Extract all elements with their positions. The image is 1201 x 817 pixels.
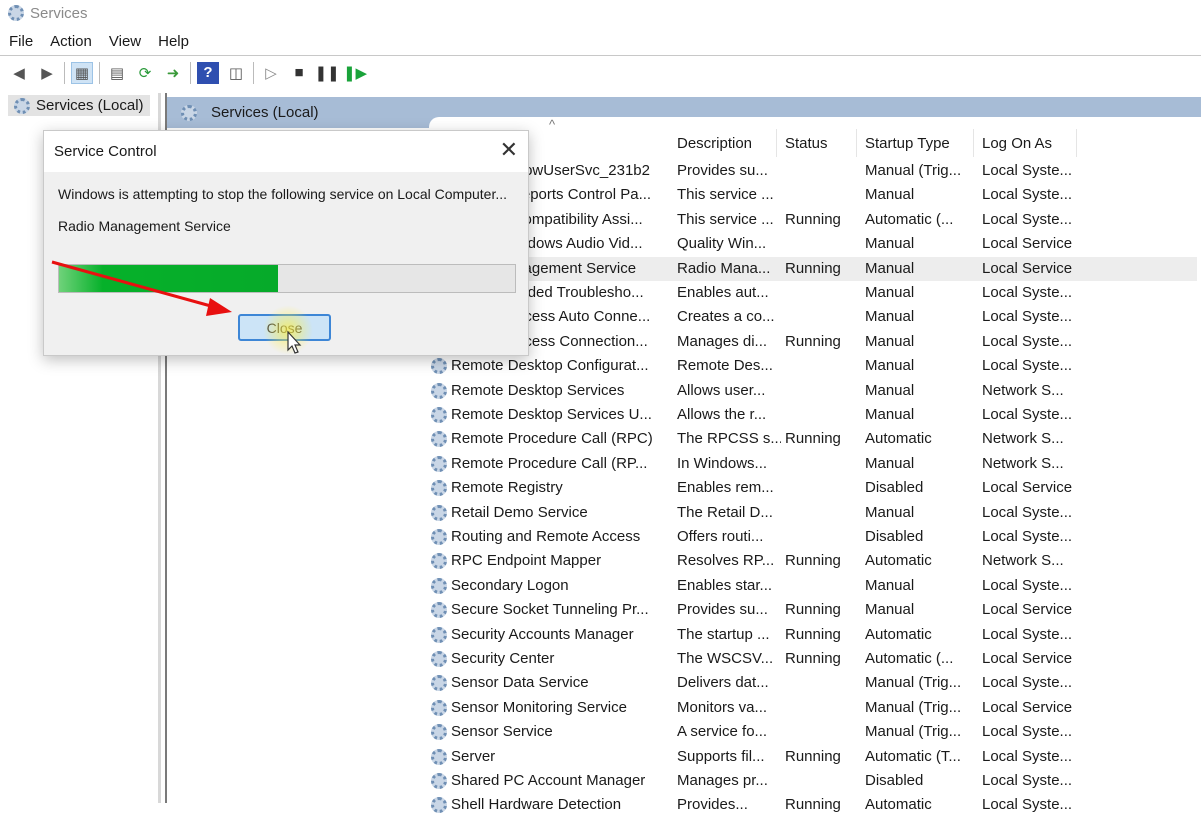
mouse-cursor-icon — [287, 330, 302, 354]
annotation-arrow — [51, 260, 232, 316]
